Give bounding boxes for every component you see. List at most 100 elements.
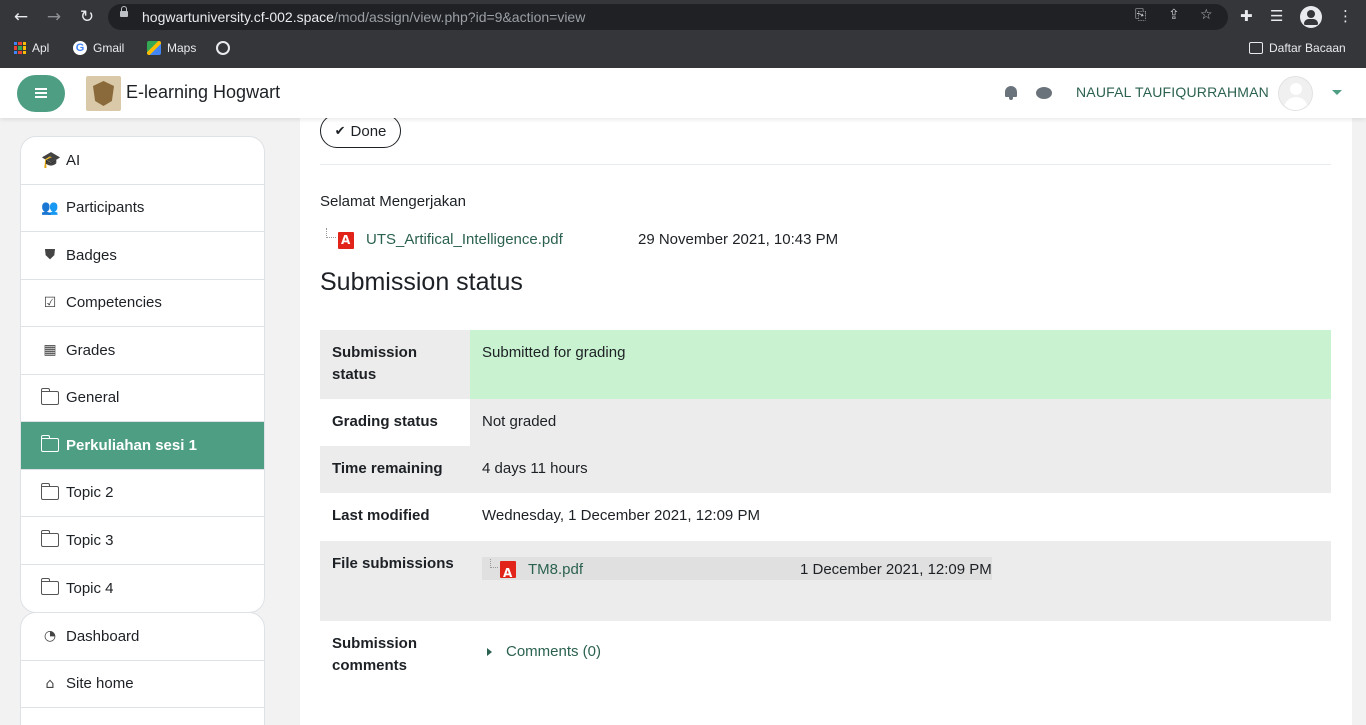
row-label: Grading status — [320, 399, 470, 446]
reading-list-label: Daftar Bacaan — [1269, 41, 1346, 55]
hamburger-icon — [35, 88, 47, 98]
submitted-file-date: 1 December 2021, 12:09 PM — [800, 561, 992, 578]
nav-item-label: Badges — [66, 246, 117, 264]
done-button[interactable]: ✔ Done — [320, 118, 401, 148]
table-row: Submission comments Comments (0) — [320, 621, 1331, 701]
attachment-link[interactable]: UTS_Artifical_Intelligence.pdf — [366, 231, 563, 248]
nav-item-label: Topic 3 — [66, 531, 114, 549]
nav-item-topic-2[interactable]: Topic 2 — [21, 470, 264, 517]
messages-chat-icon[interactable] — [1036, 87, 1052, 99]
user-menu-name[interactable]: NAUFAL TAUFIQURRAHMAN — [1076, 84, 1269, 100]
lock-icon — [120, 6, 128, 17]
nav-item-topic-4[interactable]: Topic 4 — [21, 565, 264, 613]
table-row: File submissions TM8.pdf 1 December 2021… — [320, 541, 1331, 621]
nav-item-calendar[interactable]: ▤ — [21, 708, 264, 725]
dashboard-gauge-icon: ◔ — [43, 628, 57, 645]
submission-comments-cell: Comments (0) — [470, 621, 1331, 701]
tree-connector — [490, 559, 498, 568]
nav-item-ai[interactable]: 🎓 AI — [21, 137, 264, 185]
profile-icon[interactable] — [1300, 6, 1322, 28]
table-row: Submission status Submitted for grading — [320, 330, 1331, 399]
submission-status-value: Submitted for grading — [470, 330, 1331, 399]
row-label: Time remaining — [320, 446, 470, 493]
row-label: Submission comments — [320, 621, 470, 701]
folder-icon — [40, 435, 59, 453]
nav-item-label: Participants — [66, 199, 145, 217]
nav-item-label: Site home — [66, 675, 134, 693]
table-icon: ▦ — [43, 342, 57, 359]
media-queue-icon[interactable]: ☰ — [1270, 7, 1283, 25]
nav-item-perkuliahan-sesi-1[interactable]: Perkuliahan sesi 1 — [21, 422, 264, 470]
reload-icon[interactable]: ↻ — [76, 7, 98, 27]
bookmark-label: Maps — [167, 41, 197, 55]
forward-icon[interactable]: → — [43, 7, 65, 27]
back-icon[interactable]: ← — [10, 7, 32, 27]
extensions-icon[interactable]: ✚ — [1240, 7, 1253, 25]
comments-toggle[interactable]: Comments (0) — [482, 641, 1319, 663]
drawer-toggle-button[interactable] — [17, 75, 65, 112]
share-icon[interactable]: ⇪ — [1168, 7, 1180, 23]
submitted-file: TM8.pdf 1 December 2021, 12:09 PM — [482, 557, 992, 584]
nav-item-participants[interactable]: 👥 Participants — [21, 185, 264, 232]
nav-item-site-home[interactable]: ⌂ Site home — [21, 661, 264, 708]
nav-item-general[interactable]: General — [21, 375, 264, 422]
comments-link[interactable]: Comments (0) — [506, 641, 601, 663]
nav-item-label: Competencies — [66, 294, 162, 312]
nav-item-grades[interactable]: ▦ Grades — [21, 327, 264, 375]
address-bar[interactable]: hogwartuniversity.cf-002.space/mod/assig… — [108, 4, 1228, 30]
bookmark-apps[interactable]: Apl — [14, 41, 49, 55]
bookmark-label: Apl — [32, 41, 50, 55]
star-icon[interactable]: ☆ — [1200, 7, 1213, 23]
apps-icon — [14, 42, 26, 54]
translate-icon[interactable]: ⎘ — [1135, 7, 1146, 23]
pdf-icon — [500, 561, 516, 584]
submission-status-heading: Submission status — [320, 268, 523, 296]
user-avatar[interactable] — [1278, 76, 1313, 111]
divider — [320, 164, 1331, 165]
site-navbar: E-learning Hogwart NAUFAL TAUFIQURRAHMAN — [0, 68, 1366, 118]
bookmark-globe[interactable] — [216, 41, 230, 55]
site-logo[interactable] — [86, 76, 121, 111]
folder-icon — [40, 387, 59, 405]
assignment-intro: Selamat Mengerjakan — [320, 193, 466, 210]
maps-icon — [147, 41, 161, 55]
nav-item-label: Grades — [66, 341, 116, 359]
bookmark-gmail[interactable]: G Gmail — [73, 41, 124, 55]
time-remaining-value: 4 days 11 hours — [470, 446, 1331, 493]
nav-item-dashboard[interactable]: ◔ Dashboard — [21, 613, 264, 661]
check-icon: ✔ — [334, 123, 346, 139]
site-name[interactable]: E-learning Hogwart — [126, 82, 280, 103]
reading-list[interactable]: Daftar Bacaan — [1249, 41, 1346, 55]
more-menu-icon[interactable]: ⋮ — [1338, 7, 1353, 25]
graduation-cap-icon: 🎓 — [41, 150, 61, 170]
nav-item-topic-3[interactable]: Topic 3 — [21, 517, 264, 565]
row-label: File submissions — [320, 541, 470, 621]
bookmarks-bar — [0, 34, 1366, 68]
nav-item-competencies[interactable]: ☑ Competencies — [21, 280, 264, 327]
nav-item-label: Topic 4 — [66, 579, 114, 597]
user-menu-caret-icon[interactable] — [1332, 90, 1342, 95]
nav-item-label: AI — [66, 151, 81, 169]
grading-status-value: Not graded — [470, 399, 1331, 446]
submission-status-table: Submission status Submitted for grading … — [320, 330, 1331, 701]
nav-item-label: Perkuliahan sesi 1 — [66, 436, 197, 454]
done-label: Done — [350, 122, 387, 140]
site-nav-card: ◔ Dashboard ⌂ Site home ▤ — [20, 612, 265, 725]
last-modified-value: Wednesday, 1 December 2021, 12:09 PM — [470, 493, 1331, 541]
browser-toolbar: ← → ↻ hogwartuniversity.cf-002.space/mod… — [0, 0, 1366, 34]
table-row: Grading status Not graded — [320, 399, 1331, 446]
caret-right-icon — [487, 648, 492, 656]
folder-icon — [40, 578, 59, 596]
nav-item-label: Topic 2 — [66, 484, 114, 502]
submitted-file-link[interactable]: TM8.pdf — [528, 559, 583, 581]
nav-item-label: General — [66, 389, 120, 407]
url-text: hogwartuniversity.cf-002.space/mod/assig… — [142, 9, 586, 25]
folder-icon — [40, 482, 59, 500]
folder-icon — [40, 530, 59, 548]
nav-item-badges[interactable]: ⛊ Badges — [21, 232, 264, 280]
google-icon: G — [73, 41, 87, 55]
bookmark-maps[interactable]: Maps — [147, 41, 196, 55]
row-label: Last modified — [320, 493, 470, 541]
notifications-bell-icon[interactable] — [1004, 85, 1018, 101]
pdf-icon — [338, 232, 354, 249]
